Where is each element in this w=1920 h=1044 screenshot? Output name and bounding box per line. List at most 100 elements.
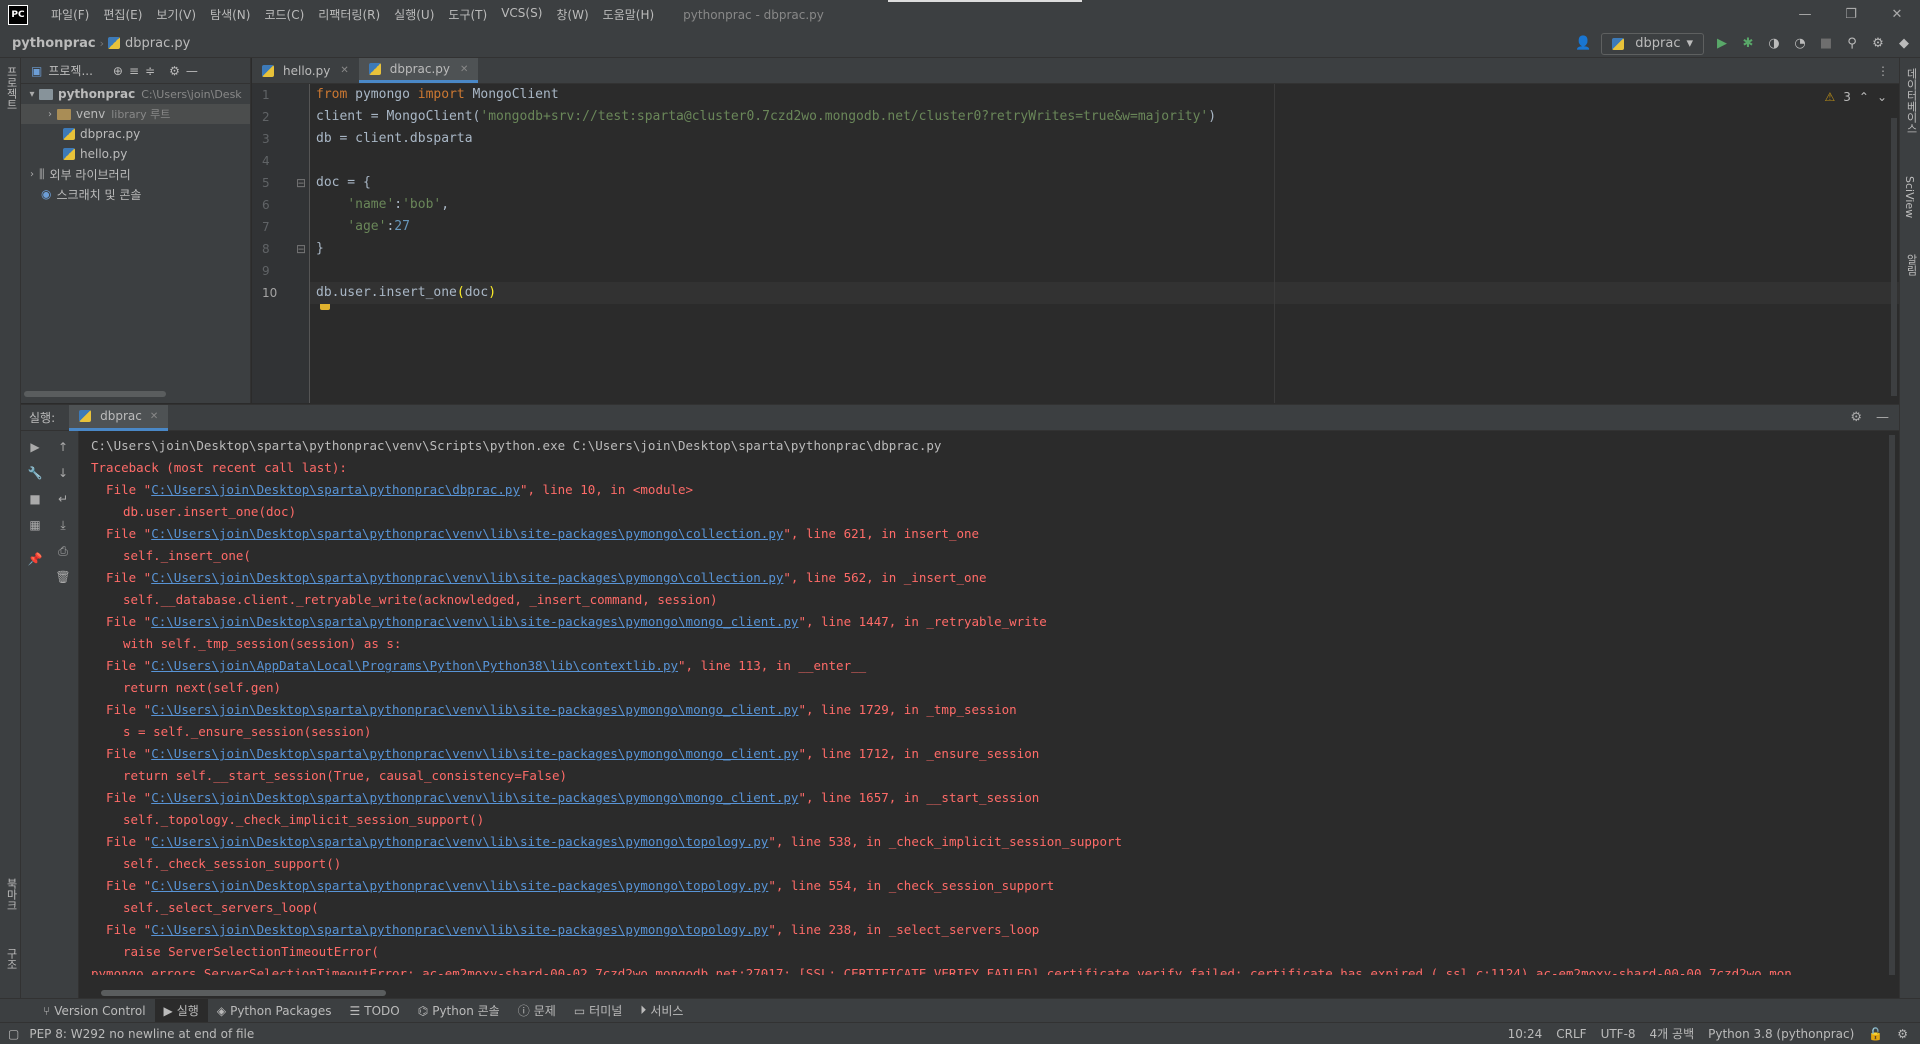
tree-item-hello[interactable]: hello.py xyxy=(21,144,250,164)
traceback-file-link[interactable]: C:\Users\join\Desktop\sparta\pythonprac\… xyxy=(151,878,768,893)
rerun-icon[interactable]: ▶ xyxy=(27,439,43,455)
profile-icon[interactable]: ◔ xyxy=(1792,36,1808,52)
tool-terminal[interactable]: ▭ 터미널 xyxy=(565,999,631,1023)
tool-todo[interactable]: ☰ TODO xyxy=(341,999,409,1023)
restore-icon[interactable]: ❐ xyxy=(1828,0,1874,29)
close-tab-icon[interactable]: ✕ xyxy=(460,64,468,75)
minimize-icon[interactable]: — xyxy=(1782,0,1828,29)
traceback-file-link[interactable]: C:\Users\join\Desktop\sparta\pythonprac\… xyxy=(151,702,798,717)
traceback-file-link[interactable]: C:\Users\join\Desktop\sparta\pythonprac\… xyxy=(151,570,783,585)
arrow-down-icon[interactable]: ↓ xyxy=(55,465,71,481)
chevron-up-icon[interactable]: ⌃ xyxy=(1859,90,1869,104)
tab-dbprac[interactable]: dbprac.py ✕ xyxy=(358,58,479,83)
tree-item-scratches[interactable]: ◉ 스크래치 및 콘솔 xyxy=(21,184,250,204)
code-area[interactable]: from pymongo import MongoClient client =… xyxy=(310,84,1899,403)
tab-hello[interactable]: hello.py ✕ xyxy=(252,58,359,83)
close-tab-icon[interactable]: ✕ xyxy=(340,65,348,76)
run-icon[interactable]: ▶ xyxy=(1714,36,1730,52)
inspection-widget[interactable]: ⚠ 3 ⌃ ⌄ xyxy=(1824,90,1887,104)
project-view-select[interactable]: 프로젝... xyxy=(48,62,93,79)
traceback-file-link[interactable]: C:\Users\join\AppData\Local\Programs\Pyt… xyxy=(151,658,678,673)
console-vertical-scrollbar[interactable] xyxy=(1889,435,1895,975)
locate-icon[interactable]: ⊕ xyxy=(113,64,123,78)
menu-run[interactable]: 실행(U) xyxy=(387,6,441,23)
close-tab-icon[interactable]: ✕ xyxy=(150,411,158,422)
soft-wrap-icon[interactable]: ↵ xyxy=(55,491,71,507)
tree-item-dbprac[interactable]: dbprac.py xyxy=(21,124,250,144)
tool-services[interactable]: ⏵ 서비스 xyxy=(631,999,692,1023)
tool-python-console[interactable]: ⌬ Python 콘솔 xyxy=(409,999,509,1023)
user-icon[interactable]: 👤 xyxy=(1575,36,1591,52)
pin-icon[interactable]: 📌 xyxy=(27,551,43,567)
fold-icon[interactable]: ⊟ xyxy=(296,172,306,194)
menu-refactor[interactable]: 리팩터링(R) xyxy=(311,6,387,23)
settings-icon[interactable]: ⚙ xyxy=(1870,36,1886,52)
stop-icon[interactable]: ■ xyxy=(27,491,43,507)
editor-scrollbar[interactable] xyxy=(1891,118,1897,396)
traceback-file-link[interactable]: C:\Users\join\Desktop\sparta\pythonprac\… xyxy=(151,482,520,497)
project-scrollbar[interactable] xyxy=(24,391,166,397)
stop-icon[interactable]: ■ xyxy=(1818,36,1834,52)
menu-help[interactable]: 도움말(H) xyxy=(596,6,662,23)
console-output[interactable]: C:\Users\join\Desktop\sparta\pythonprac\… xyxy=(91,435,1879,975)
chevron-right-icon[interactable]: › xyxy=(25,169,39,180)
traceback-file-link[interactable]: C:\Users\join\Desktop\sparta\pythonprac\… xyxy=(151,614,798,629)
sciview-tool-button[interactable]: SciView xyxy=(1903,176,1916,218)
hide-panel-icon[interactable]: — xyxy=(186,64,198,78)
console-horizontal-scrollbar[interactable] xyxy=(101,990,386,996)
structure-tool-button[interactable]: 구조 xyxy=(3,948,19,970)
tree-item-venv[interactable]: › venv library 루트 xyxy=(21,104,250,124)
ide-logo-icon[interactable]: ◆ xyxy=(1896,36,1912,52)
menu-view[interactable]: 보기(V) xyxy=(149,6,203,23)
breadcrumb-project[interactable]: pythonprac xyxy=(0,36,96,51)
search-icon[interactable]: ⚲ xyxy=(1844,36,1860,52)
menu-navigate[interactable]: 탐색(N) xyxy=(203,6,257,23)
gear-icon[interactable]: ⚙ xyxy=(1850,410,1862,425)
caret-position[interactable]: 10:24 xyxy=(1508,1027,1543,1041)
tool-run[interactable]: ▶ 실행 xyxy=(154,998,208,1023)
menu-edit[interactable]: 편집(E) xyxy=(96,6,149,23)
hide-panel-icon[interactable]: — xyxy=(1876,410,1889,425)
breadcrumb-file[interactable]: dbprac.py xyxy=(108,36,190,51)
database-tool-button[interactable]: 데이터베이스 xyxy=(1903,68,1919,134)
tree-item-root[interactable]: ▾ pythonprac C:\Users\join\Desk xyxy=(21,84,250,104)
traceback-file-link[interactable]: C:\Users\join\Desktop\sparta\pythonprac\… xyxy=(151,790,798,805)
gear-icon[interactable]: ⚙ xyxy=(169,64,180,78)
trash-icon[interactable]: 🗑 xyxy=(55,569,71,585)
traceback-file-link[interactable]: C:\Users\join\Desktop\sparta\pythonprac\… xyxy=(151,746,798,761)
scroll-to-end-icon[interactable]: ⤓ xyxy=(55,517,71,533)
interpreter-select[interactable]: Python 3.8 (pythonprac) xyxy=(1708,1027,1854,1041)
notifications-icon[interactable]: ⚙ xyxy=(1897,1027,1908,1041)
run-config-select[interactable]: dbprac ▾ xyxy=(1601,32,1704,55)
traceback-file-link[interactable]: C:\Users\join\Desktop\sparta\pythonprac\… xyxy=(151,526,783,541)
wrench-icon[interactable]: 🔧 xyxy=(27,465,43,481)
debug-icon[interactable]: ✱ xyxy=(1740,36,1756,52)
bookmarks-tool-button[interactable]: 북마크 xyxy=(3,878,19,911)
tree-item-external-libs[interactable]: › ⫼ 외부 라이브러리 xyxy=(21,164,250,184)
tool-python-packages[interactable]: ◈ Python Packages xyxy=(208,999,341,1023)
chevron-down-icon[interactable]: ▾ xyxy=(25,89,39,100)
run-tab-dbprac[interactable]: dbprac ✕ xyxy=(69,404,169,431)
expand-all-icon[interactable]: ≡ xyxy=(129,64,139,78)
indent-setting[interactable]: 4개 공백 xyxy=(1650,1025,1695,1042)
coverage-icon[interactable]: ◑ xyxy=(1766,36,1782,52)
tool-version-control[interactable]: ⑂ Version Control xyxy=(34,999,155,1023)
collapse-all-icon[interactable]: ≑ xyxy=(145,64,155,78)
menu-file[interactable]: 파일(F) xyxy=(44,6,96,23)
notifications-tool-button[interactable]: 알림 xyxy=(1903,254,1919,276)
chevron-right-icon[interactable]: › xyxy=(43,109,57,120)
fold-icon[interactable]: ⊟ xyxy=(296,238,306,260)
print-icon[interactable]: ⎙ xyxy=(55,543,71,559)
menu-window[interactable]: 창(W) xyxy=(549,6,595,23)
menu-tools[interactable]: 도구(T) xyxy=(441,6,494,23)
menu-code[interactable]: 코드(C) xyxy=(257,6,311,23)
project-tool-button[interactable]: 프로젝트 xyxy=(3,66,19,110)
more-tabs-icon[interactable]: ⋮ xyxy=(1877,58,1899,83)
tool-problems[interactable]: ⓘ 문제 xyxy=(509,999,565,1023)
chevron-down-icon[interactable]: ⌄ xyxy=(1877,90,1887,104)
file-encoding[interactable]: UTF-8 xyxy=(1601,1027,1636,1041)
layout-icon[interactable]: ▦ xyxy=(27,517,43,533)
traceback-file-link[interactable]: C:\Users\join\Desktop\sparta\pythonprac\… xyxy=(151,834,768,849)
close-icon[interactable]: ✕ xyxy=(1874,0,1920,29)
arrow-up-icon[interactable]: ↑ xyxy=(55,439,71,455)
